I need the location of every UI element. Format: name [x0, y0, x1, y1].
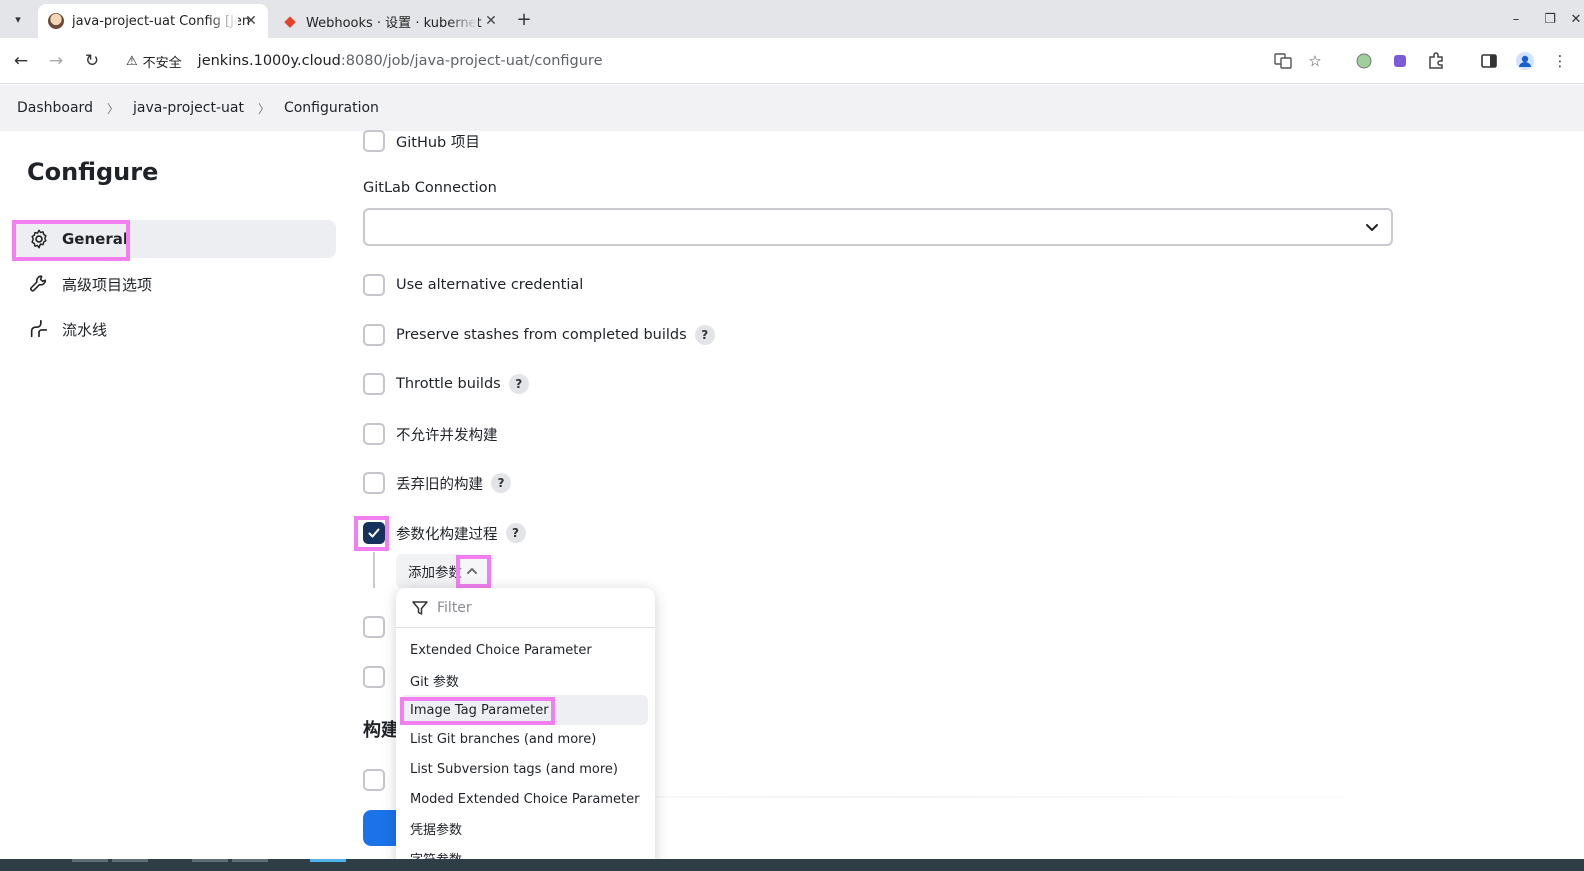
- url-text[interactable]: jenkins.1000y.cloud:8080/job/java-projec…: [198, 53, 603, 69]
- forward-arrow-icon[interactable]: →: [44, 49, 68, 73]
- help-icon[interactable]: ?: [505, 523, 526, 543]
- pipeline-icon: [28, 318, 50, 340]
- close-window-icon[interactable]: ✕: [1568, 8, 1584, 30]
- github-project-checkbox[interactable]: [363, 130, 385, 152]
- close-tab-icon[interactable]: ✕: [242, 12, 260, 30]
- chevron-down-icon: [1366, 224, 1378, 231]
- filter-box: [396, 588, 655, 628]
- browser-toolbar: ← → ↻ ⚠ 不安全 jenkins.1000y.cloud:8080/job…: [0, 38, 1584, 84]
- help-icon[interactable]: ?: [491, 473, 511, 493]
- dropdown-item-list-svn-tags[interactable]: List Subversion tags (and more): [400, 754, 648, 784]
- option-label: Use alternative credential: [396, 277, 584, 293]
- throttle-builds-option: Throttle builds ?: [363, 372, 529, 396]
- github-project-option: GitHub 项目: [363, 129, 480, 153]
- reload-icon[interactable]: ↻: [80, 49, 104, 73]
- page-title: Configure: [27, 158, 159, 186]
- browser-menu-icon[interactable]: ⋮: [1552, 50, 1568, 72]
- option-label: GitHub 项目: [396, 134, 480, 151]
- chevron-right-icon: 〉: [106, 101, 119, 116]
- side-panel-icon[interactable]: [1478, 50, 1500, 72]
- filter-funnel-icon: [412, 600, 428, 615]
- option-checkbox[interactable]: [363, 666, 385, 688]
- gitlab-favicon-icon: ◆: [284, 12, 296, 30]
- add-parameter-dropdown: Extended Choice Parameter Git 参数 Image T…: [396, 588, 655, 871]
- option-label: 丢弃旧的构建: [396, 476, 483, 493]
- translate-icon[interactable]: [1272, 50, 1294, 72]
- option-checkbox[interactable]: [363, 616, 385, 638]
- dropdown-item-moded-extended-choice[interactable]: Moded Extended Choice Parameter: [400, 784, 648, 814]
- disable-concurrent-builds-option: 不允许并发构建: [363, 422, 498, 446]
- checkmark-icon: [368, 528, 380, 538]
- dropdown-item-extended-choice[interactable]: Extended Choice Parameter: [400, 635, 648, 665]
- browser-tab-jenkins[interactable]: java-project-uat Config [Jen ✕: [38, 4, 268, 38]
- sidebar-item-label: 流水线: [62, 320, 108, 339]
- gear-icon: [28, 228, 50, 250]
- dropdown-item-credentials-param[interactable]: 凭据参数: [400, 813, 648, 843]
- extensions-puzzle-icon[interactable]: [1425, 50, 1447, 72]
- option-label: 不允许并发构建: [396, 427, 498, 444]
- security-indicator[interactable]: ⚠ 不安全: [126, 52, 182, 71]
- dropdown-item-list-git-branches[interactable]: List Git branches (and more): [400, 724, 648, 754]
- add-parameter-button[interactable]: 添加参数: [396, 554, 490, 588]
- chevron-up-icon[interactable]: [458, 558, 486, 584]
- option-row-hidden: [363, 768, 396, 792]
- option-checkbox[interactable]: [363, 472, 385, 494]
- option-checkbox[interactable]: [363, 274, 385, 296]
- gitlab-connection-select[interactable]: [363, 208, 1393, 246]
- sidebar-item-general[interactable]: General: [14, 220, 336, 258]
- dropdown-item-image-tag[interactable]: Image Tag Parameter: [400, 695, 648, 725]
- option-label: Preserve stashes from completed builds: [396, 327, 687, 343]
- nested-indent-line: [373, 552, 375, 588]
- dropdown-item-git-param[interactable]: Git 参数: [400, 665, 648, 695]
- back-arrow-icon[interactable]: ←: [9, 49, 33, 73]
- build-triggers-heading: 构建: [363, 720, 399, 741]
- os-taskbar: [0, 859, 1584, 871]
- minimize-icon[interactable]: –: [1504, 8, 1528, 30]
- extension-purple-icon[interactable]: [1389, 50, 1411, 72]
- close-tab-icon[interactable]: ✕: [482, 12, 500, 30]
- help-icon[interactable]: ?: [508, 374, 529, 394]
- option-label: 参数化构建过程: [396, 526, 498, 543]
- breadcrumb-job[interactable]: java-project-uat: [133, 100, 244, 116]
- breadcrumb-dashboard[interactable]: Dashboard: [17, 100, 93, 116]
- breadcrumb: Dashboard 〉 java-project-uat 〉 Configura…: [0, 85, 1584, 131]
- option-label: Throttle builds: [396, 376, 501, 392]
- option-row-hidden: [363, 615, 396, 639]
- parameterized-build-checkbox[interactable]: [363, 522, 385, 544]
- address-bar[interactable]: ⚠ 不安全 jenkins.1000y.cloud:8080/job/java-…: [116, 45, 1266, 77]
- filter-input[interactable]: [437, 599, 637, 616]
- new-tab-plus-icon[interactable]: +: [512, 8, 536, 30]
- wrench-icon: [28, 273, 50, 295]
- option-checkbox[interactable]: [363, 769, 385, 791]
- use-alternative-credential-option: Use alternative credential: [363, 273, 583, 297]
- help-icon[interactable]: ?: [694, 325, 715, 345]
- extension-green-icon[interactable]: [1353, 50, 1375, 72]
- sidebar-item-advanced[interactable]: 高级项目选项: [14, 265, 336, 303]
- sidebar-item-label: 高级项目选项: [62, 275, 153, 294]
- profile-avatar-icon[interactable]: [1514, 50, 1536, 72]
- jenkins-favicon-icon: [48, 13, 64, 29]
- bookmark-star-icon[interactable]: ☆: [1304, 50, 1326, 72]
- tab-search-chevron-icon[interactable]: ▾: [6, 8, 30, 30]
- sidebar-item-pipeline[interactable]: 流水线: [14, 310, 336, 348]
- sidebar-item-label: General: [62, 230, 128, 248]
- parameterized-build-option: 参数化构建过程 ?: [363, 521, 526, 545]
- option-checkbox[interactable]: [363, 324, 385, 346]
- chevron-right-icon: 〉: [257, 101, 270, 116]
- option-checkbox[interactable]: [363, 423, 385, 445]
- preserve-stashes-option: Preserve stashes from completed builds ?: [363, 323, 715, 347]
- breadcrumb-configuration[interactable]: Configuration: [284, 100, 379, 116]
- option-checkbox[interactable]: [363, 373, 385, 395]
- restore-window-icon[interactable]: ❐: [1538, 8, 1562, 30]
- browser-tab-gitlab[interactable]: ◆ Webhooks · 设置 · kubernet ✕: [272, 4, 508, 38]
- gitlab-connection-label: GitLab Connection: [363, 180, 497, 196]
- warning-triangle-icon: ⚠: [126, 53, 138, 69]
- browser-tab-strip: ▾ java-project-uat Config [Jen ✕ ◆ Webho…: [0, 0, 1584, 38]
- discard-old-builds-option: 丢弃旧的构建 ?: [363, 471, 511, 495]
- option-row-hidden: [363, 665, 396, 689]
